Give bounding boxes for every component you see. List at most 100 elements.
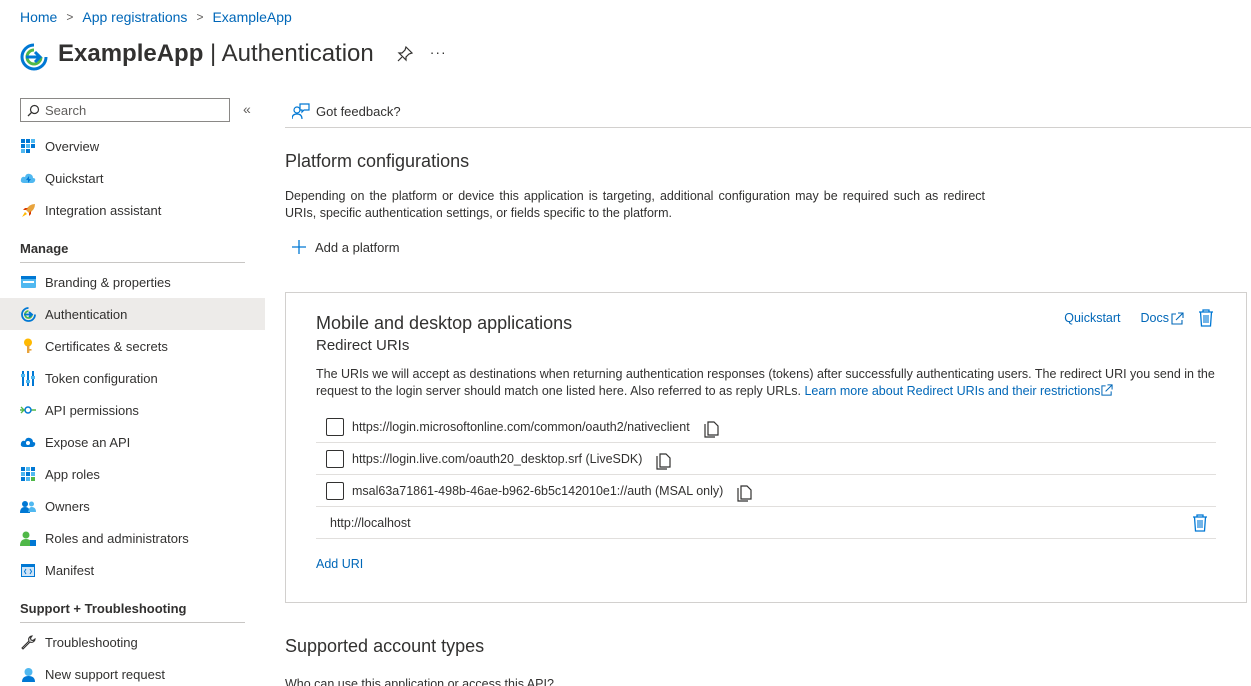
key-icon <box>20 338 36 354</box>
sidebar-item-label: API permissions <box>45 402 139 418</box>
api-permissions-icon <box>20 402 36 418</box>
copy-icon[interactable] <box>737 485 752 502</box>
app-roles-icon <box>20 466 36 482</box>
collapse-sidebar-icon[interactable]: « <box>243 101 251 117</box>
sidebar-item-expose-api[interactable]: Expose an API <box>0 426 265 458</box>
sidebar-item-api-permissions[interactable]: API permissions <box>0 394 265 426</box>
sidebar-item-label: Manifest <box>45 562 95 578</box>
page-title: ExampleApp | Authentication <box>58 40 374 68</box>
external-link-icon <box>1101 384 1114 396</box>
sidebar-item-integration-assistant[interactable]: Integration assistant <box>0 194 265 226</box>
page-title-divider: | <box>210 40 217 67</box>
command-bar: Got feedback? <box>285 96 1251 128</box>
sidebar-item-token-configuration[interactable]: Token configuration <box>0 362 265 394</box>
sidebar-section-support: Support + Troubleshooting <box>20 601 187 616</box>
owners-icon <box>20 498 36 514</box>
platform-configurations-title: Platform configurations <box>285 151 470 171</box>
page-title-page-name: Authentication <box>221 40 374 67</box>
sidebar-divider <box>20 262 245 263</box>
sidebar-item-label: Certificates & secrets <box>45 338 168 354</box>
wrench-icon <box>20 634 36 650</box>
sidebar-item-authentication[interactable]: Authentication <box>0 298 265 330</box>
support-icon <box>20 666 36 682</box>
quickstart-icon <box>20 170 36 186</box>
docs-link[interactable]: Docs <box>1141 311 1184 325</box>
sidebar-item-owners[interactable]: Owners <box>0 490 265 522</box>
sidebar-nav: Overview Quickstart Integration assistan… <box>0 130 265 686</box>
sidebar-item-quickstart[interactable]: Quickstart <box>0 162 265 194</box>
sidebar-search[interactable] <box>20 98 230 122</box>
uri-checkbox[interactable] <box>326 481 344 500</box>
sidebar-item-overview[interactable]: Overview <box>0 130 265 162</box>
sidebar-item-manifest[interactable]: Manifest <box>0 554 265 586</box>
page-title-app-name: ExampleApp <box>58 40 204 67</box>
authentication-icon <box>20 306 36 322</box>
docs-link-label: Docs <box>1140 311 1169 325</box>
list-item: https://login.microsoftonline.com/common… <box>316 411 1216 443</box>
sidebar-item-label: Branding & properties <box>45 274 171 290</box>
sidebar-item-label: Expose an API <box>45 434 131 450</box>
quickstart-link[interactable]: Quickstart <box>1064 311 1120 325</box>
sidebar-item-label: New support request <box>45 666 165 682</box>
sidebar: « Overview Quickstart Integration assist… <box>0 96 265 686</box>
breadcrumb-separator: > <box>196 10 204 24</box>
sidebar-item-branding[interactable]: Branding & properties <box>0 266 265 298</box>
learn-more-link[interactable]: Learn more about Redirect URIs and their… <box>804 384 1114 398</box>
redirect-uris-description: The URIs we will accept as destinations … <box>316 366 1221 400</box>
overview-icon <box>20 138 36 154</box>
add-platform-label: Add a platform <box>315 239 400 255</box>
sidebar-item-troubleshooting[interactable]: Troubleshooting <box>0 626 265 658</box>
pin-icon[interactable] <box>396 45 414 63</box>
branding-icon <box>20 274 36 290</box>
supported-account-types-question: Who can use this application or access t… <box>285 677 554 686</box>
feedback-label: Got feedback? <box>316 104 401 119</box>
breadcrumb-app-link[interactable]: ExampleApp <box>212 9 291 25</box>
add-uri-link[interactable]: Add URI <box>316 557 363 571</box>
card-title: Mobile and desktop applications <box>316 313 573 333</box>
redirect-uri-input[interactable]: http://localhost <box>330 516 411 530</box>
sidebar-item-label: Overview <box>45 138 100 154</box>
breadcrumb-app-registrations-link[interactable]: App registrations <box>82 9 187 25</box>
breadcrumb: Home > App registrations > ExampleApp <box>20 9 292 25</box>
learn-more-label: Learn more about Redirect URIs and their… <box>804 384 1101 398</box>
sidebar-divider <box>20 622 245 623</box>
sidebar-item-label: Token configuration <box>45 370 158 386</box>
card-actions: Quickstart Docs <box>1044 309 1214 327</box>
main-content: Got feedback? Platform configurations De… <box>285 96 1251 686</box>
search-input[interactable] <box>45 102 215 118</box>
sidebar-item-label: Roles and administrators <box>45 530 189 546</box>
feedback-icon <box>292 103 310 120</box>
feedback-button[interactable]: Got feedback? <box>292 103 401 120</box>
breadcrumb-separator: > <box>66 10 74 24</box>
redirect-uri: https://login.microsoftonline.com/common… <box>352 419 690 434</box>
mobile-desktop-platform-card: Mobile and desktop applications Redirect… <box>285 292 1247 603</box>
sidebar-item-new-support-request[interactable]: New support request <box>0 658 265 686</box>
breadcrumb-home-link[interactable]: Home <box>20 9 57 25</box>
page-header: ExampleApp | Authentication ··· <box>20 36 447 72</box>
add-platform-button[interactable]: Add a platform <box>291 239 400 255</box>
platform-description: Depending on the platform or device this… <box>285 189 985 220</box>
external-link-icon <box>1171 311 1184 325</box>
list-item: msal63a71861-498b-46ae-b962-6b5c142010e1… <box>316 475 1216 507</box>
supported-account-types-title: Supported account types <box>285 636 485 656</box>
sidebar-item-app-roles[interactable]: App roles <box>0 458 265 490</box>
sidebar-item-label: Quickstart <box>45 170 104 186</box>
uri-checkbox[interactable] <box>326 417 344 436</box>
token-icon <box>20 370 36 386</box>
uri-checkbox[interactable] <box>326 449 344 468</box>
sidebar-section-manage: Manage <box>20 241 69 256</box>
copy-icon[interactable] <box>656 453 672 470</box>
search-icon <box>27 104 40 116</box>
sidebar-item-certificates[interactable]: Certificates & secrets <box>0 330 265 362</box>
manifest-icon <box>20 562 36 578</box>
delete-platform-icon[interactable] <box>1198 309 1214 327</box>
list-item: https://login.live.com/oauth20_desktop.s… <box>316 443 1216 475</box>
more-options-icon[interactable]: ··· <box>430 44 447 60</box>
copy-icon[interactable] <box>704 421 719 438</box>
redirect-uris-heading: Redirect URIs <box>316 337 410 354</box>
sidebar-item-roles-administrators[interactable]: Roles and administrators <box>0 522 265 554</box>
authentication-app-icon <box>20 43 48 71</box>
custom-redirect-uri-row: http://localhost <box>316 507 1216 539</box>
redirect-uri: https://login.live.com/oauth20_desktop.s… <box>352 451 643 466</box>
delete-uri-icon[interactable] <box>1192 514 1208 532</box>
